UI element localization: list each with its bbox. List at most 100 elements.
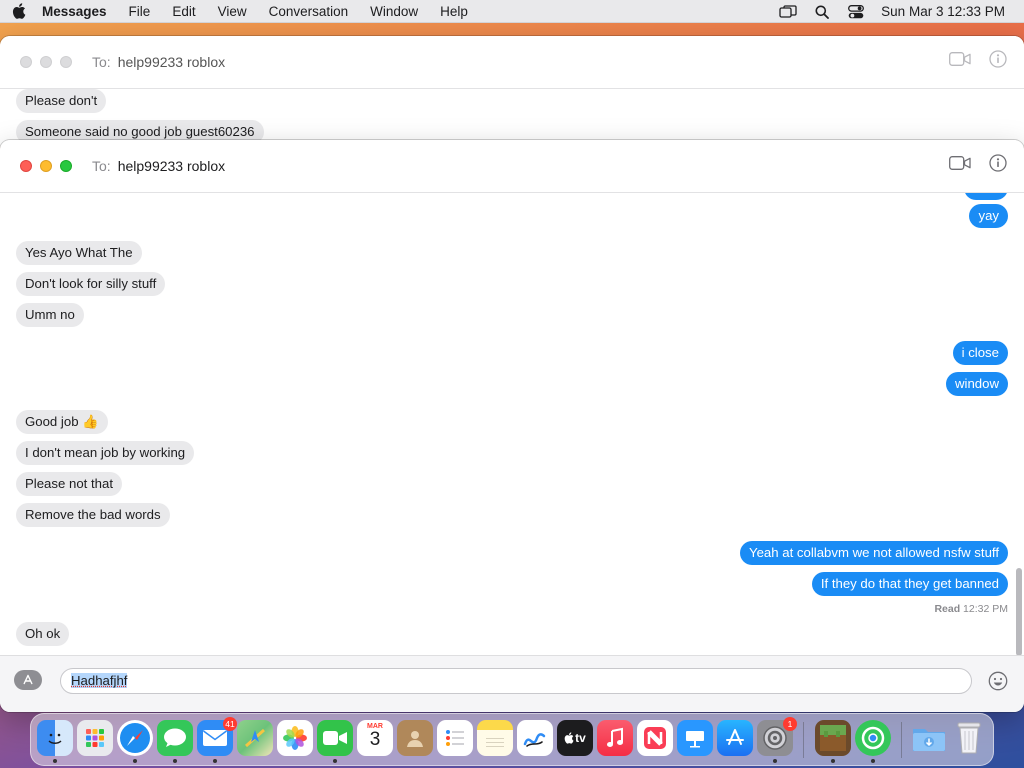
dock-mail[interactable]: 41 bbox=[197, 717, 237, 756]
message-bubble-incoming[interactable]: Remove the bad words bbox=[16, 503, 170, 527]
message-bubble-incoming[interactable]: Please not that bbox=[16, 472, 122, 496]
menu-file[interactable]: File bbox=[118, 4, 162, 19]
message-bubble-incoming[interactable]: Good job 👍 bbox=[16, 410, 108, 434]
news-icon bbox=[644, 727, 666, 749]
info-icon[interactable] bbox=[989, 50, 1007, 73]
message-bubble-outgoing[interactable]: window bbox=[946, 372, 1008, 396]
emoji-picker-icon[interactable] bbox=[988, 671, 1008, 696]
message-input[interactable]: Hadhafjhf bbox=[60, 668, 972, 694]
message-bubble-incoming[interactable]: I don't mean job by working bbox=[16, 441, 195, 465]
transcript-scrollbar[interactable] bbox=[1016, 568, 1022, 655]
dock-contacts[interactable] bbox=[397, 720, 433, 756]
dock-facetime[interactable] bbox=[317, 720, 353, 756]
dock-notes[interactable] bbox=[477, 720, 513, 756]
running-indicator bbox=[871, 759, 875, 763]
dock-news[interactable] bbox=[637, 720, 673, 756]
message-bubble-outgoing[interactable]: i close bbox=[952, 341, 1008, 365]
dock-launchpad[interactable] bbox=[77, 720, 113, 756]
recipient-name[interactable]: help99233 roblox bbox=[118, 54, 225, 70]
read-receipt: Read 12:32 PM bbox=[934, 603, 1008, 615]
running-indicator bbox=[133, 759, 137, 763]
title-bar: To: help99233 roblox bbox=[0, 140, 1024, 193]
dock-finder[interactable] bbox=[37, 720, 73, 756]
finder-icon bbox=[48, 733, 62, 744]
running-indicator bbox=[53, 759, 57, 763]
tv-label: tv bbox=[575, 731, 586, 745]
window-controls bbox=[20, 160, 80, 172]
dock-system-settings[interactable]: 1 bbox=[757, 717, 797, 756]
running-indicator bbox=[831, 759, 835, 763]
find-my-icon bbox=[861, 726, 885, 750]
menu-edit[interactable]: Edit bbox=[161, 4, 206, 19]
music-icon bbox=[607, 727, 623, 747]
dock-find-my[interactable] bbox=[855, 720, 891, 756]
menu-help[interactable]: Help bbox=[429, 4, 479, 19]
app-store-icon bbox=[726, 729, 744, 745]
close-window-button[interactable] bbox=[20, 56, 32, 68]
mail-icon bbox=[203, 730, 227, 746]
running-indicator bbox=[173, 759, 177, 763]
menu-conversation[interactable]: Conversation bbox=[258, 4, 360, 19]
zoom-window-button[interactable] bbox=[60, 160, 72, 172]
contacts-icon bbox=[407, 731, 423, 747]
message-bubble-incoming[interactable]: Don't look for silly stuff bbox=[16, 272, 166, 296]
dock-tv[interactable]: tv bbox=[557, 720, 593, 756]
zoom-window-button[interactable] bbox=[60, 56, 72, 68]
message-bubble-incoming[interactable]: Please don't bbox=[16, 89, 107, 113]
messages-icon bbox=[164, 728, 186, 747]
menu-app-name[interactable]: Messages bbox=[38, 4, 118, 19]
downloads-folder-icon bbox=[913, 729, 945, 751]
dock-maps[interactable] bbox=[237, 720, 273, 756]
photos-icon bbox=[283, 726, 307, 750]
message-input-text: Hadhafjhf bbox=[71, 673, 128, 688]
message-bubble-outgoing[interactable]: If they do that they get banned bbox=[811, 572, 1008, 596]
read-receipt-label: Read bbox=[934, 603, 961, 615]
menu-view[interactable]: View bbox=[207, 4, 258, 19]
facetime-video-icon[interactable] bbox=[949, 52, 971, 71]
control-center-icon[interactable] bbox=[839, 4, 873, 19]
message-bubble-outgoing[interactable]: Yeah at collabvm we not allowed nsfw stu… bbox=[740, 541, 1008, 565]
menu-clock[interactable]: Sun Mar 3 12:33 PM bbox=[873, 4, 1024, 19]
dock-music[interactable] bbox=[597, 720, 633, 756]
messages-window[interactable]: To: help99233 roblox yay Yes Ayo What Th… bbox=[0, 140, 1024, 712]
apple-menu-icon[interactable] bbox=[0, 3, 38, 19]
message-bubble-incoming[interactable]: Umm no bbox=[16, 303, 84, 327]
dock-reminders[interactable] bbox=[437, 720, 473, 756]
message-bubble-incoming[interactable]: Oh ok bbox=[16, 622, 70, 646]
dock-separator bbox=[901, 722, 902, 758]
messages-window-background[interactable]: To: help99233 roblox Please don't Someon… bbox=[0, 36, 1024, 156]
screen-mirroring-icon[interactable] bbox=[771, 4, 805, 19]
keynote-icon bbox=[686, 731, 704, 748]
menu-window[interactable]: Window bbox=[359, 4, 429, 19]
dock-app-store[interactable] bbox=[717, 720, 753, 756]
notes-icon bbox=[486, 738, 504, 747]
dock-separator bbox=[803, 722, 804, 758]
dock-calendar[interactable]: MAR 3 bbox=[357, 720, 393, 756]
dock-messages[interactable] bbox=[157, 720, 193, 756]
dock-downloads[interactable] bbox=[911, 720, 947, 756]
minimize-window-button[interactable] bbox=[40, 160, 52, 172]
dock-trash[interactable] bbox=[951, 720, 987, 756]
minimize-window-button[interactable] bbox=[40, 56, 52, 68]
maps-icon bbox=[245, 728, 265, 748]
message-bubble-outgoing[interactable]: yay bbox=[969, 204, 1008, 228]
message-bubble-outgoing-clipped[interactable] bbox=[964, 193, 1008, 200]
recipient-name[interactable]: help99233 roblox bbox=[118, 158, 225, 174]
message-bubble-incoming[interactable]: Yes Ayo What The bbox=[16, 241, 142, 265]
app-store-apps-button[interactable] bbox=[14, 670, 42, 690]
dock-freeform[interactable] bbox=[517, 720, 553, 756]
info-icon[interactable] bbox=[989, 154, 1007, 177]
dock: 41 MAR 3 tv 1 bbox=[30, 713, 994, 766]
running-indicator bbox=[773, 759, 777, 763]
message-transcript[interactable]: yay Yes Ayo What The Don't look for sill… bbox=[0, 193, 1024, 655]
spotlight-search-icon[interactable] bbox=[805, 5, 839, 19]
dock-minecraft[interactable] bbox=[815, 720, 851, 756]
close-window-button[interactable] bbox=[20, 160, 32, 172]
facetime-video-icon[interactable] bbox=[949, 156, 971, 175]
dock-safari[interactable] bbox=[117, 720, 153, 756]
dock-keynote[interactable] bbox=[677, 720, 713, 756]
dock-photos[interactable] bbox=[277, 720, 313, 756]
menu-bar: Messages File Edit View Conversation Win… bbox=[0, 0, 1024, 23]
minecraft-icon bbox=[820, 725, 846, 751]
running-indicator bbox=[213, 759, 217, 763]
